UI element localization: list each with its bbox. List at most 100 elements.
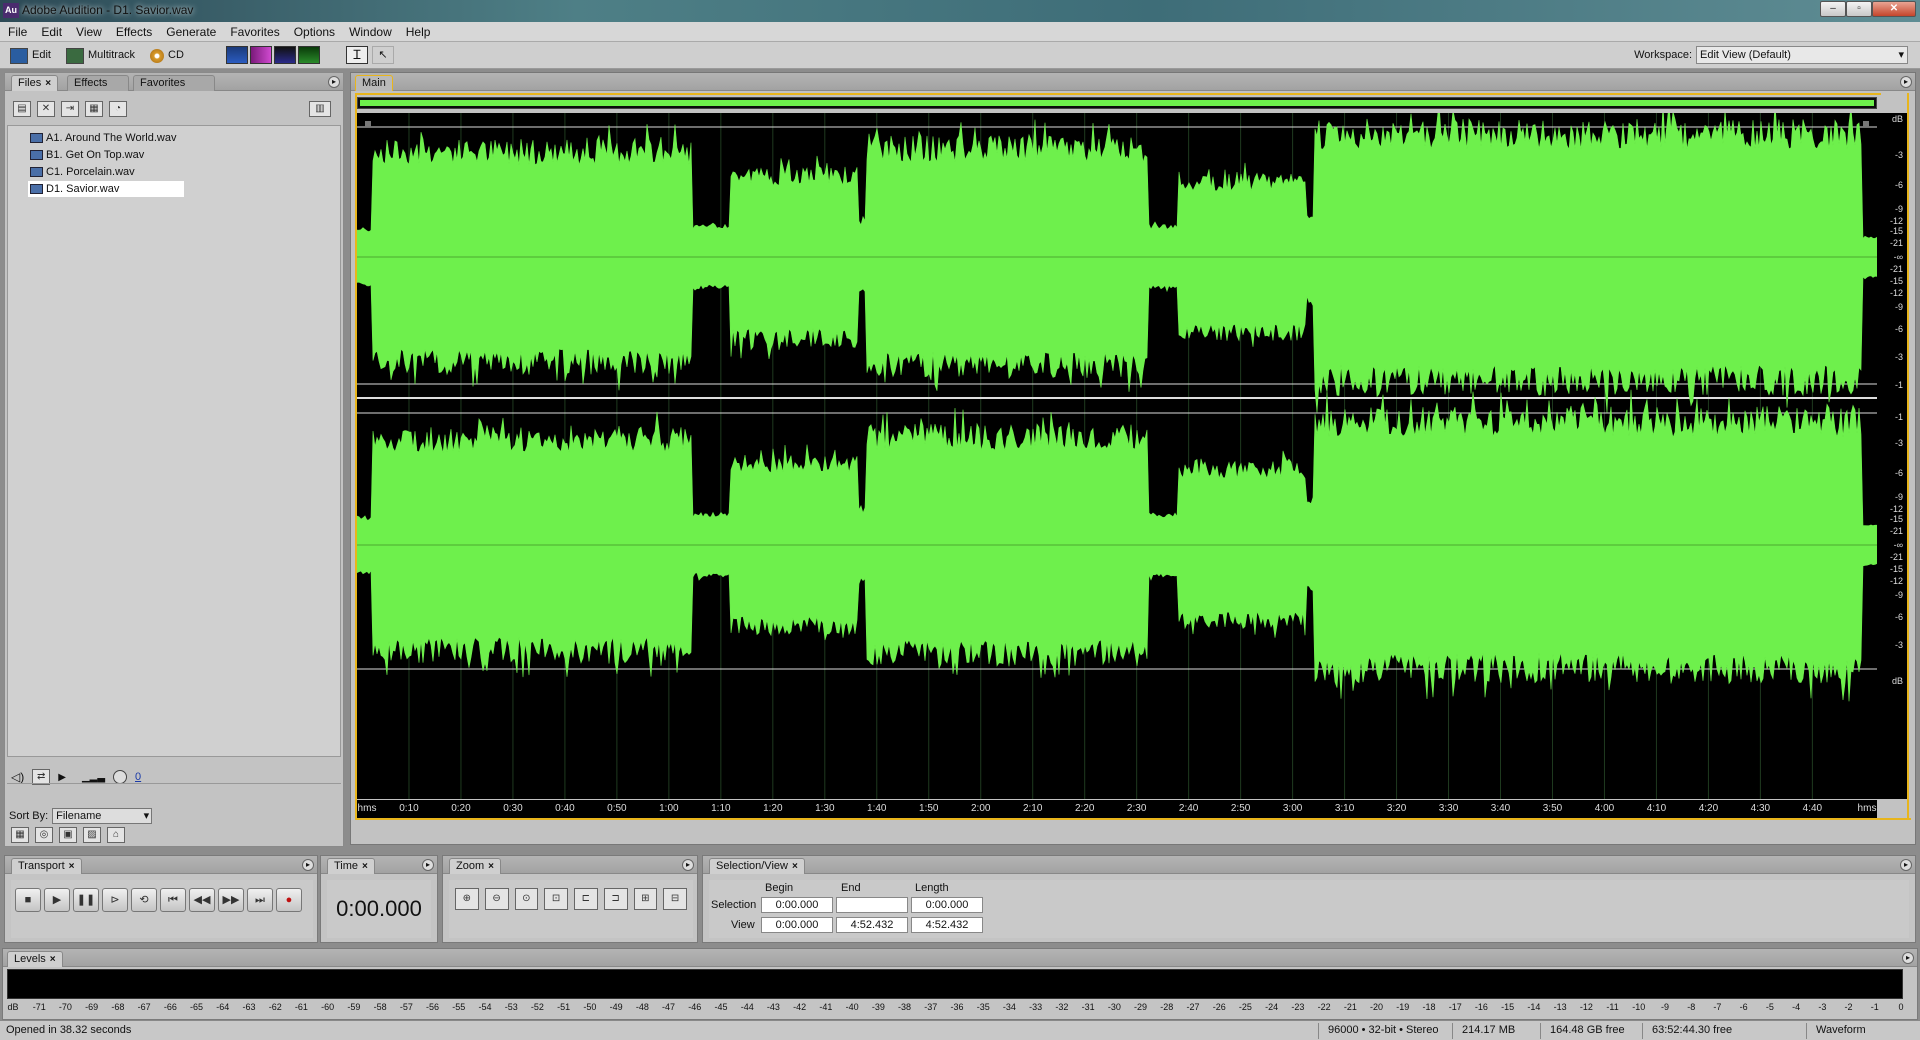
multitrack-view-button[interactable]: Multitrack — [66, 46, 135, 65]
zoom-selection-icon[interactable]: ⊡ — [544, 888, 568, 910]
panel-menu-icon[interactable]: ▸ — [1900, 859, 1912, 871]
record-button[interactable]: ● — [276, 888, 302, 912]
tab-selection-view[interactable]: Selection/View × — [709, 858, 805, 874]
pause-button[interactable]: ❚❚ — [73, 888, 99, 912]
list-item[interactable]: B1. Get On Top.wav — [28, 147, 150, 163]
workspace-group: Workspace: Edit View (Default) — [1634, 46, 1908, 64]
show-midi-icon[interactable]: ▣ — [59, 827, 77, 843]
sort-select[interactable]: Filename ▾ — [52, 808, 153, 824]
waveform-display-icon[interactable] — [226, 46, 248, 64]
selection-begin-field[interactable]: 0:00.000 — [761, 897, 833, 913]
show-full-path-icon[interactable]: ⌂ — [107, 827, 125, 843]
menu-help[interactable]: Help — [398, 22, 437, 40]
level-tick-label: -37 — [924, 1002, 938, 1012]
tab-files[interactable]: Files × — [11, 75, 59, 91]
tab-effects[interactable]: Effects — [67, 75, 129, 91]
view-end-field[interactable]: 4:52.432 — [836, 917, 908, 933]
insert-into-multitrack-icon[interactable]: ⇥ — [61, 101, 79, 117]
play-button[interactable]: ▶ — [44, 888, 70, 912]
fast-forward-button[interactable]: ▶▶ — [218, 888, 244, 912]
time-selection-tool-icon[interactable]: Ɪ — [346, 46, 368, 64]
list-item-selected[interactable]: D1. Savior.wav — [28, 181, 184, 197]
volume-knob-icon[interactable] — [113, 770, 128, 784]
tab-main[interactable]: Main — [355, 75, 393, 91]
play-to-end-button[interactable]: ⊳ — [102, 888, 128, 912]
panel-menu-icon[interactable]: ▸ — [1900, 76, 1912, 88]
selection-end-field[interactable] — [836, 897, 908, 913]
spectral-phase-display-icon[interactable] — [298, 46, 320, 64]
selection-view-body: Begin End Length Selection View 0:00.000… — [709, 880, 1909, 938]
cd-view-label: CD — [168, 49, 184, 61]
stop-button[interactable]: ■ — [15, 888, 41, 912]
open-file-icon[interactable]: ▤ — [13, 101, 31, 117]
status-bar: Opened in 38.32 seconds 96000 • 32-bit •… — [0, 1020, 1920, 1040]
insert-into-cd-icon[interactable]: ▦ — [85, 101, 103, 117]
waveform-display[interactable] — [356, 102, 1878, 799]
show-audio-icon[interactable]: ▦ — [11, 827, 29, 843]
selection-length-field[interactable]: 0:00.000 — [911, 897, 983, 913]
ruler-tick-label: 3:50 — [1542, 803, 1563, 814]
overview-bar[interactable] — [357, 97, 1877, 109]
zoom-right-edge-icon[interactable]: ⊐ — [603, 888, 628, 910]
edit-view-button[interactable]: Edit — [10, 46, 51, 65]
auto-play-icon[interactable]: ▥ — [309, 101, 331, 117]
speaker-icon[interactable]: ◁) — [11, 770, 24, 784]
panel-menu-icon[interactable]: ▸ — [1902, 952, 1914, 964]
go-to-end-button[interactable]: ⏭ — [247, 888, 273, 912]
menu-file[interactable]: File — [0, 22, 33, 40]
view-begin-field[interactable]: 0:00.000 — [761, 917, 833, 933]
tab-levels[interactable]: Levels × — [7, 951, 63, 967]
zoom-out-full-icon[interactable]: ⊙ — [514, 888, 539, 910]
view-row-label: View — [731, 919, 755, 931]
menu-effects[interactable]: Effects — [108, 22, 158, 40]
close-button[interactable]: ✕ — [1872, 1, 1916, 17]
list-item[interactable]: A1. Around The World.wav — [28, 130, 182, 146]
panel-menu-icon[interactable]: ▸ — [302, 859, 314, 871]
zoom-left-edge-icon[interactable]: ⊏ — [574, 888, 598, 910]
status-view-mode: Waveform — [1816, 1024, 1866, 1036]
menu-view[interactable]: View — [68, 22, 108, 40]
spectral-display-icon[interactable] — [250, 46, 272, 64]
panel-menu-icon[interactable]: ▸ — [682, 859, 694, 871]
tab-transport[interactable]: Transport × — [11, 858, 82, 874]
menu-edit[interactable]: Edit — [33, 22, 68, 40]
db-tick-label: -15 — [1889, 276, 1903, 286]
rewind-button[interactable]: ◀◀ — [189, 888, 215, 912]
workspace-select[interactable]: Edit View (Default) — [1696, 46, 1908, 64]
play-preview-icon[interactable]: ▶ — [58, 772, 66, 783]
zoom-out-vertical-icon[interactable]: ⊟ — [663, 888, 687, 910]
menu-generate[interactable]: Generate — [158, 22, 222, 40]
zoom-out-horizontal-icon[interactable]: ⊖ — [484, 888, 509, 910]
level-tick-label: -71 — [32, 1002, 46, 1012]
zoom-in-horizontal-icon[interactable]: ⊕ — [455, 888, 479, 910]
menu-favorites[interactable]: Favorites — [222, 22, 285, 40]
view-length-field[interactable]: 4:52.432 — [911, 917, 983, 933]
maximize-button[interactable]: ▫ — [1846, 1, 1872, 17]
level-tick-label: -40 — [845, 1002, 859, 1012]
tab-favorites[interactable]: Favorites — [133, 75, 215, 91]
tab-time[interactable]: Time × — [327, 858, 375, 874]
time-ruler[interactable]: hms 0:10 0:20 0:30 0:40 0:50 1:00 1:10 1:20 1:30 1… — [357, 800, 1877, 818]
tab-zoom[interactable]: Zoom × — [449, 858, 501, 874]
panel-menu-icon[interactable]: ▸ — [328, 76, 340, 88]
menu-options[interactable]: Options — [286, 22, 341, 40]
show-video-icon[interactable]: ▨ — [83, 827, 101, 843]
volume-value[interactable]: 0 — [135, 771, 141, 783]
go-to-start-button[interactable]: ⏮ — [160, 888, 186, 912]
wave-file-icon — [30, 167, 43, 177]
panel-menu-icon[interactable]: ▸ — [422, 859, 434, 871]
hybrid-tool-icon[interactable]: ↖ — [372, 46, 394, 64]
db-tick-label: -9 — [1894, 590, 1903, 600]
edit-file-icon[interactable]: ◔ — [109, 101, 127, 117]
minimize-button[interactable]: – — [1820, 1, 1846, 17]
spectral-pan-display-icon[interactable] — [274, 46, 296, 64]
level-tick-label: -68 — [111, 1002, 125, 1012]
menu-window[interactable]: Window — [341, 22, 398, 40]
list-item[interactable]: C1. Porcelain.wav — [28, 164, 141, 180]
close-file-icon[interactable]: ✕ — [37, 101, 55, 117]
cd-view-button[interactable]: CD — [150, 46, 184, 65]
end-header: End — [841, 882, 861, 894]
zoom-in-vertical-icon[interactable]: ⊞ — [633, 888, 658, 910]
loop-button[interactable]: ⟲ — [131, 888, 157, 912]
show-loops-icon[interactable]: ◎ — [35, 827, 53, 843]
